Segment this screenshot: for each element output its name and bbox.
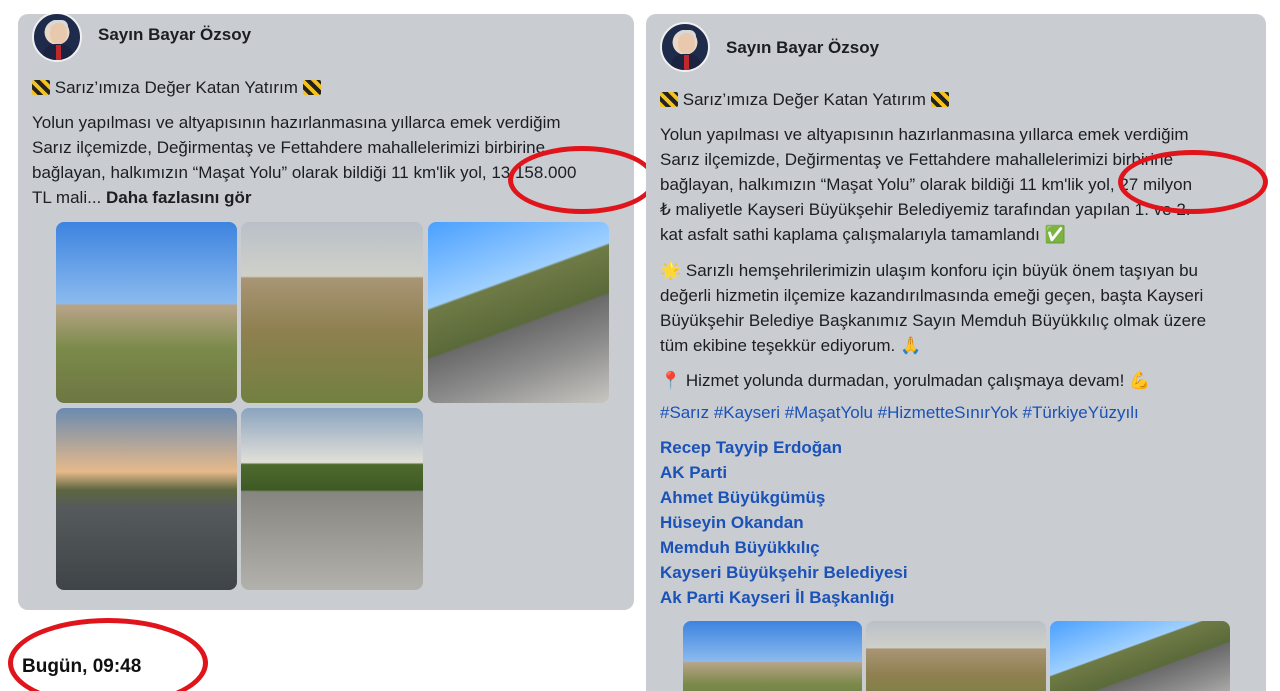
post-photo[interactable] bbox=[241, 408, 423, 590]
post-photo[interactable] bbox=[56, 408, 237, 590]
mention-link[interactable]: Memduh Büyükkılıç bbox=[660, 535, 908, 560]
post-photo[interactable] bbox=[1050, 621, 1230, 691]
mention-link[interactable]: AK Parti bbox=[660, 460, 908, 485]
post-headline: Sarız’ımıza Değer Katan Yatırım bbox=[32, 75, 321, 100]
post-photo[interactable] bbox=[428, 222, 609, 403]
hashtag-list[interactable]: #Sarız #Kayseri #MaşatYolu #HizmetteSını… bbox=[660, 400, 1139, 425]
post-photo[interactable] bbox=[866, 621, 1046, 691]
mention-list: Recep Tayyip Erdoğan AK Parti Ahmet Büyü… bbox=[660, 435, 908, 610]
construction-icon bbox=[660, 92, 678, 107]
highlight-circle bbox=[8, 618, 208, 691]
mention-link[interactable]: Ak Parti Kayseri İl Başkanlığı bbox=[660, 585, 908, 610]
post-photo[interactable] bbox=[683, 621, 862, 691]
construction-icon bbox=[302, 80, 321, 95]
body-line: Yolun yapılması ve altyapısının hazırlan… bbox=[32, 113, 561, 132]
body-line: Yolun yapılması ve altyapısının hazırlan… bbox=[660, 125, 1189, 144]
highlight-circle bbox=[1118, 150, 1268, 214]
headline-text: Sarız’ımıza Değer Katan Yatırım bbox=[682, 90, 926, 109]
post-photo[interactable] bbox=[56, 222, 237, 403]
construction-icon bbox=[930, 92, 949, 107]
highlight-circle bbox=[508, 146, 656, 214]
body-line: değerli hizmetin ilçemize kazandırılması… bbox=[660, 286, 1204, 305]
author-avatar[interactable] bbox=[660, 22, 710, 72]
mention-link[interactable]: Ahmet Büyükgümüş bbox=[660, 485, 908, 510]
body-line: TL mali... bbox=[32, 188, 102, 207]
headline-text: Sarız’ımıza Değer Katan Yatırım bbox=[54, 78, 298, 97]
post-headline: Sarız’ımıza Değer Katan Yatırım bbox=[660, 87, 949, 112]
post-photo[interactable] bbox=[241, 222, 423, 403]
author-avatar[interactable] bbox=[32, 14, 82, 62]
see-more-link[interactable]: Daha fazlasını gör bbox=[106, 188, 251, 207]
post-body-paragraph-2: 🌟 Sarızlı hemşehrilerimizin ulaşım konfo… bbox=[660, 258, 1260, 358]
body-line: Büyükşehir Belediye Başkanımız Sayın Mem… bbox=[660, 311, 1207, 330]
mention-link[interactable]: Kayseri Büyükşehir Belediyesi bbox=[660, 560, 908, 585]
body-line: kat asfalt sathi kaplama çalışmalarıyla … bbox=[660, 225, 1066, 244]
construction-icon bbox=[32, 80, 50, 95]
mention-link[interactable]: Recep Tayyip Erdoğan bbox=[660, 435, 908, 460]
post-body-paragraph-3: 📍 Hizmet yolunda durmadan, yorulmadan ça… bbox=[660, 371, 1151, 390]
author-name[interactable]: Sayın Bayar Özsoy bbox=[98, 25, 251, 45]
right-post-card: Sayın Bayar Özsoy Sarız’ımıza Değer Kata… bbox=[646, 14, 1266, 691]
left-post-card: Sayın Bayar Özsoy Sarız’ımıza Değer Kata… bbox=[18, 14, 634, 610]
body-line: 🌟 Sarızlı hemşehrilerimizin ulaşım konfo… bbox=[660, 261, 1198, 280]
body-line: tüm ekibine teşekkür ediyorum. 🙏 bbox=[660, 336, 922, 355]
author-name[interactable]: Sayın Bayar Özsoy bbox=[726, 38, 879, 58]
mention-link[interactable]: Hüseyin Okandan bbox=[660, 510, 908, 535]
post-timestamp: Bugün, 09:48 bbox=[22, 656, 142, 677]
